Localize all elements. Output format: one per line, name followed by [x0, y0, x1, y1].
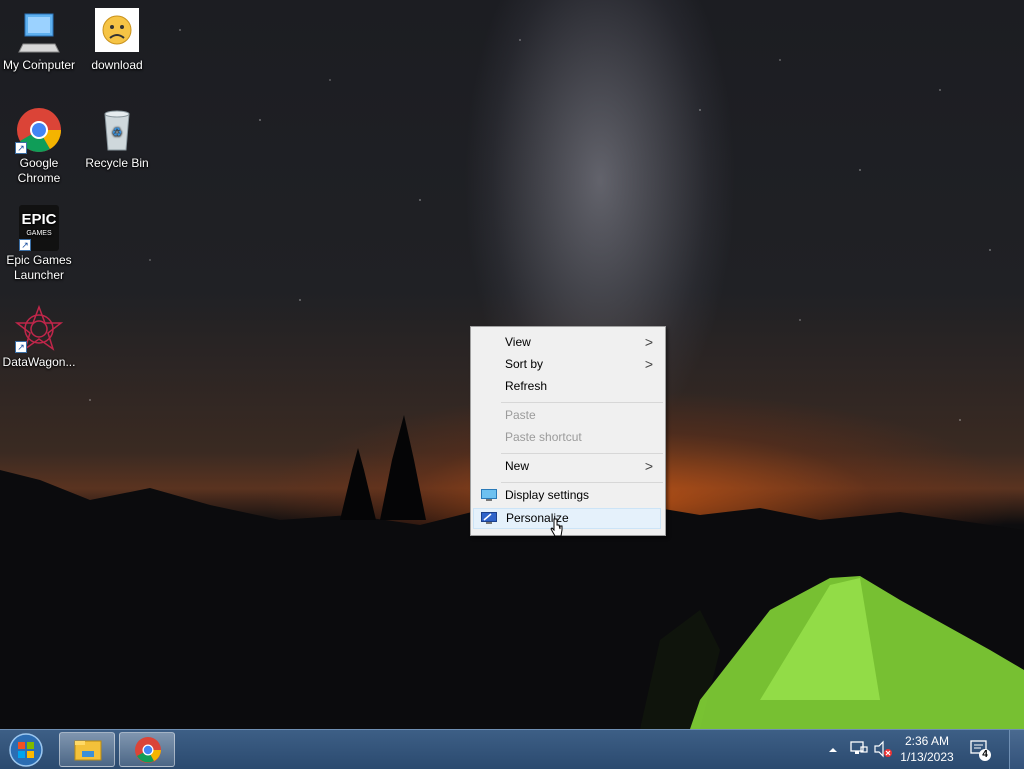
submenu-arrow-icon: > — [644, 334, 653, 350]
network-tray-button[interactable] — [848, 730, 870, 769]
desktop-icon-label: download — [91, 58, 143, 72]
shortcut-arrow-icon: ↗ — [15, 341, 27, 353]
show-hidden-icons-button[interactable] — [826, 730, 840, 769]
taskbar-file-explorer[interactable] — [59, 732, 115, 767]
menu-item-refresh[interactable]: Refresh — [473, 376, 661, 397]
menu-item-personalize[interactable]: Personalize — [473, 508, 661, 529]
menu-item-view[interactable]: View > — [473, 332, 661, 353]
recycle-bin-icon: ♻ — [93, 106, 141, 154]
taskbar-chrome[interactable] — [119, 732, 175, 767]
desktop-context-menu: View > Sort by > Refresh Paste Paste sho… — [470, 326, 666, 536]
shortcut-arrow-icon: ↗ — [15, 142, 27, 154]
desktop-icon-label: DataWagon... — [2, 355, 76, 369]
clock-time: 2:36 AM — [904, 734, 950, 748]
menu-item-paste[interactable]: Paste — [473, 405, 661, 426]
windows-logo-icon — [9, 733, 43, 767]
desktop-icon-epic-games-launcher[interactable]: EPIC GAMES ↗ Epic Games Launcher — [0, 205, 78, 283]
submenu-arrow-icon: > — [644, 458, 653, 474]
menu-separator — [501, 482, 663, 483]
personalize-icon — [481, 512, 497, 524]
desktop-icon-download[interactable]: download — [78, 8, 156, 73]
sad-face-icon — [95, 8, 139, 52]
menu-item-display-settings[interactable]: Display settings — [473, 485, 661, 506]
chrome-icon — [135, 737, 161, 763]
start-button[interactable] — [6, 732, 46, 767]
network-icon — [850, 741, 868, 754]
my-computer-icon — [15, 8, 63, 56]
clock-date: 1/13/2023 — [900, 750, 954, 764]
display-settings-icon — [481, 489, 497, 501]
mouse-pointer-icon — [550, 518, 563, 537]
file-explorer-icon — [74, 740, 102, 761]
menu-separator — [501, 453, 663, 454]
epic-games-icon: EPIC GAMES ↗ — [19, 205, 59, 251]
taskbar: 2:36 AM 1/13/2023 4 — [0, 729, 1024, 769]
desktop-icon-my-computer[interactable]: My Computer — [0, 8, 78, 73]
volume-tray-button[interactable] — [872, 730, 894, 769]
desktop-icon-label: My Computer — [2, 58, 76, 72]
menu-item-sort-by[interactable]: Sort by > — [473, 354, 661, 375]
menu-item-paste-shortcut[interactable]: Paste shortcut — [473, 427, 661, 448]
datawagon-icon: ↗ — [14, 304, 64, 353]
svg-text:♻: ♻ — [112, 125, 123, 139]
shortcut-arrow-icon: ↗ — [19, 239, 31, 251]
taskbar-clock[interactable]: 2:36 AM 1/13/2023 — [893, 733, 961, 765]
desktop-icon-google-chrome[interactable]: ↗ Google Chrome — [0, 106, 78, 186]
menu-separator — [501, 402, 663, 403]
show-desktop-button[interactable] — [1009, 730, 1024, 769]
desktop-icon-datawagon[interactable]: ↗ DataWagon... — [0, 304, 78, 370]
chrome-icon: ↗ — [15, 106, 63, 154]
desktop-icon-label: Google Chrome — [17, 156, 61, 185]
action-center-button[interactable]: 4 — [968, 730, 994, 769]
desktop-icon-label: Recycle Bin — [85, 156, 149, 170]
desktop-icon-label: Epic Games Launcher — [6, 253, 72, 282]
submenu-arrow-icon: > — [644, 356, 653, 372]
volume-muted-icon — [874, 740, 892, 758]
chevron-up-icon — [829, 748, 837, 752]
notification-badge: 4 — [982, 749, 988, 760]
menu-item-new[interactable]: New > — [473, 456, 661, 477]
desktop-icon-recycle-bin[interactable]: ♻ Recycle Bin — [78, 106, 156, 171]
